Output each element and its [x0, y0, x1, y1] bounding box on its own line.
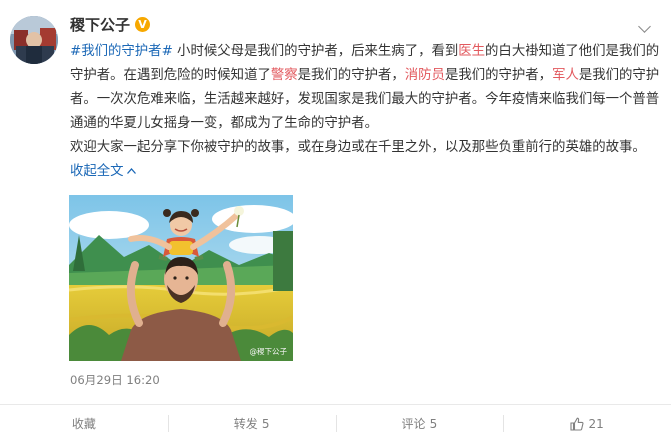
post-content: #我们的守护者# 小时候父母是我们的守护者，后来生病了，看到医生的白大褂知道了他… — [70, 40, 662, 184]
post-paragraph-2: 欢迎大家一起分享下你被守护的故事，或在身边或在千里之外，以及那些负重前行的英雄的… — [70, 136, 662, 184]
post-image[interactable]: @稷下公子 — [69, 195, 293, 361]
post-text: 是我们的守护者， — [297, 68, 405, 83]
favorite-button[interactable]: 收藏 — [0, 405, 168, 442]
post-author[interactable]: 稷下公子 V — [70, 14, 151, 35]
image-watermark: @稷下公子 — [249, 347, 288, 356]
illustration-father-daughter — [69, 195, 293, 361]
post-text: 欢迎大家一起分享下你被守护的故事，或在身边或在千里之外，以及那些负重前行的英雄的… — [70, 140, 646, 155]
post-paragraph-1: #我们的守护者# 小时候父母是我们的守护者，后来生病了，看到医生的白大褂知道了他… — [70, 40, 662, 136]
post-text: 小时候父母是我们的守护者，后来生病了，看到 — [172, 44, 459, 59]
keyword-link-doctor[interactable]: 医生 — [458, 44, 485, 59]
like-count: 21 — [588, 416, 604, 431]
collapse-text-link[interactable]: 收起全文 — [70, 164, 136, 179]
comment-count: 5 — [429, 416, 438, 431]
expand-arrow-icon — [126, 168, 136, 174]
avatar-image — [10, 16, 58, 64]
like-button[interactable]: 21 — [503, 405, 671, 442]
author-avatar[interactable] — [10, 16, 58, 64]
post-text: 是我们的守护者， — [444, 68, 553, 83]
repost-label: 转发 — [233, 417, 258, 431]
keyword-link-firefighter[interactable]: 消防员 — [405, 68, 445, 83]
author-name[interactable]: 稷下公子 — [70, 14, 130, 35]
collapse-label: 收起全文 — [70, 164, 124, 179]
verified-badge-icon: V — [135, 17, 151, 32]
comment-label: 评论 — [401, 417, 426, 431]
repost-button[interactable]: 转发 5 — [167, 405, 336, 442]
topic-link[interactable]: #我们的守护者# — [70, 44, 173, 59]
keyword-link-police[interactable]: 警察 — [271, 68, 298, 83]
thumbs-up-icon — [570, 417, 584, 431]
post-timestamp[interactable]: 06月29日 16:20 — [70, 372, 160, 388]
comment-button[interactable]: 评论 5 — [335, 405, 504, 442]
repost-count: 5 — [261, 416, 270, 431]
action-bar: 收藏 转发 5 评论 5 21 — [0, 405, 671, 442]
favorite-label: 收藏 — [71, 417, 96, 431]
chevron-down-icon[interactable] — [638, 20, 651, 33]
keyword-link-soldier[interactable]: 军人 — [552, 68, 579, 83]
